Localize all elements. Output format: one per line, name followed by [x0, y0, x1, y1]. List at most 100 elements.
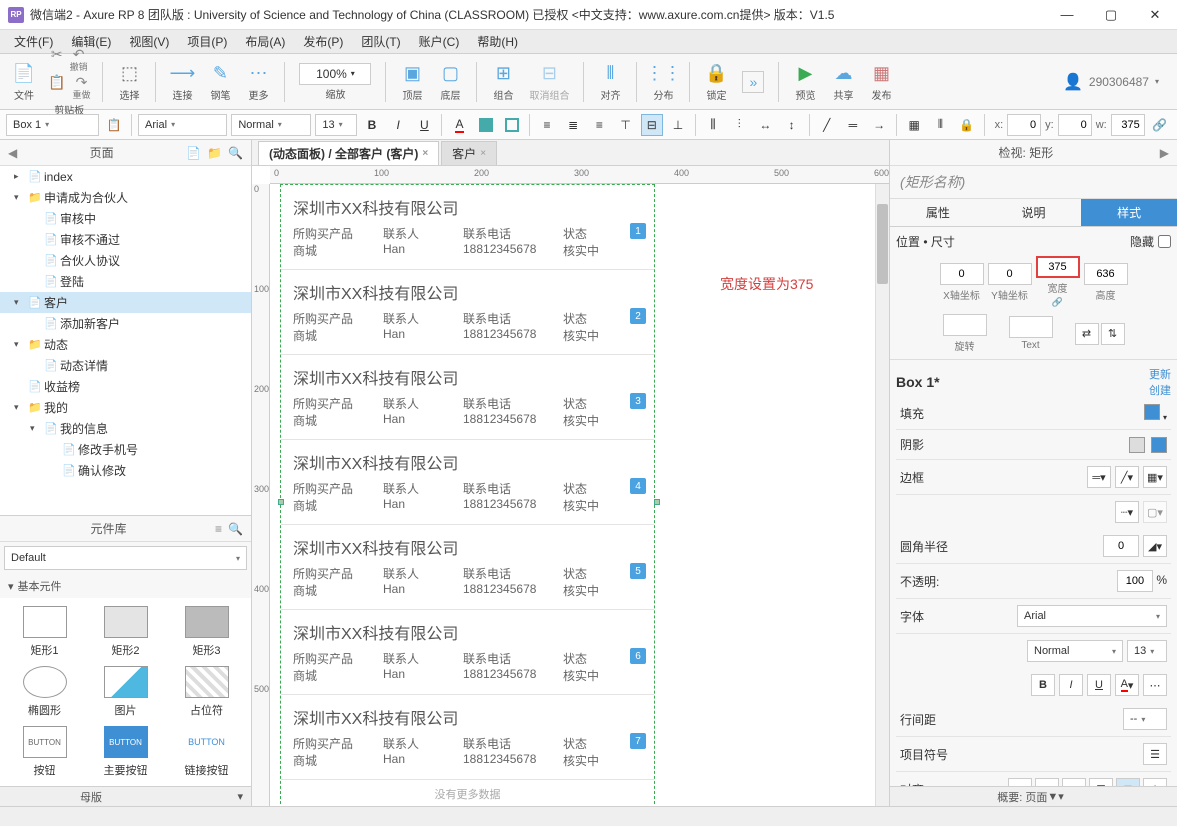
cut-button[interactable]: ✂ [49, 46, 65, 73]
width-input[interactable] [1036, 256, 1080, 278]
share-button[interactable]: ☁共享 [827, 62, 859, 102]
undo-button[interactable]: ↶撤销 [68, 46, 90, 73]
widget-rect3[interactable]: 矩形3 [170, 606, 243, 658]
widget-ellipse[interactable]: 椭圆形 [8, 666, 81, 718]
filter-icon[interactable]: ▼ [1047, 791, 1058, 803]
text-color-button[interactable]: A [448, 114, 470, 136]
fill-color-swatch[interactable] [1144, 404, 1160, 420]
text-align-right[interactable]: ≡ [1062, 778, 1086, 786]
group-button[interactable]: ⊞组合 [487, 62, 519, 102]
send-back-button[interactable]: ▢底层 [434, 62, 466, 102]
border-style-button[interactable]: ▦▾ [1143, 466, 1167, 488]
align-right-button[interactable]: ≡ [588, 114, 610, 136]
close-icon[interactable]: × [422, 148, 428, 159]
lock-position-button[interactable]: 🔒 [955, 114, 977, 136]
redo-button[interactable]: ↷重做 [70, 74, 92, 101]
overflow-button[interactable]: » [738, 71, 768, 93]
italic-inspector-button[interactable]: I [1059, 674, 1083, 696]
x-pos-input[interactable] [940, 263, 984, 285]
text-rotation-input[interactable] [1009, 316, 1053, 338]
border-pattern-button[interactable]: ┈▾ [1115, 501, 1139, 523]
new-file-button[interactable]: 📄文件 [8, 62, 40, 102]
tree-item[interactable]: 📄确认修改 [0, 460, 251, 481]
tree-item[interactable]: ▾📁申请成为合伙人 [0, 187, 251, 208]
border-sides-button[interactable]: ▢▾ [1143, 501, 1167, 523]
canvas-tab-customer[interactable]: 客户× [441, 141, 497, 165]
hide-checkbox[interactable] [1158, 235, 1171, 248]
text-align-center[interactable]: ≣ [1035, 778, 1059, 786]
lock-button[interactable]: 🔒锁定 [700, 62, 732, 102]
preview-button[interactable]: ▶预览 [789, 62, 821, 102]
widget-button[interactable]: BUTTON按钮 [8, 726, 81, 778]
close-button[interactable]: ✕ [1141, 7, 1169, 23]
ungroup-button[interactable]: ⊟取消组合 [525, 62, 573, 102]
library-section-header[interactable]: ▾基本元件 [0, 574, 251, 598]
text-color-inspector-button[interactable]: A▾ [1115, 674, 1139, 696]
italic-button[interactable]: I [387, 114, 409, 136]
tree-item[interactable]: 📄审核中 [0, 208, 251, 229]
user-account[interactable]: 👤290306487▾ [1063, 72, 1169, 92]
bold-button[interactable]: B [361, 114, 383, 136]
valign-middle-button[interactable]: ⊟ [641, 114, 663, 136]
w-input[interactable] [1111, 114, 1145, 136]
distribute-h-button[interactable]: ⫼ [702, 114, 724, 136]
widget-placeholder[interactable]: 占位符 [170, 666, 243, 718]
tree-item[interactable]: 📄动态详情 [0, 355, 251, 376]
outer-shadow-swatch[interactable] [1129, 437, 1145, 453]
add-page-icon[interactable]: 📄 [186, 146, 201, 160]
tab-properties[interactable]: 属性 [890, 199, 986, 226]
line-style-button[interactable]: ╱ [816, 114, 838, 136]
library-menu-icon[interactable]: ≡ [215, 522, 222, 536]
customer-card[interactable]: 深圳市XX科技有限公司所购买产品联系人联系电话状态商城Han1881234567… [281, 525, 654, 610]
create-style-link[interactable]: 创建 [1149, 385, 1171, 397]
radius-corners-button[interactable]: ◢▾ [1143, 535, 1167, 557]
arrow-style-button[interactable]: → [868, 114, 890, 136]
copy-button[interactable]: 📋 [46, 74, 67, 101]
customer-card[interactable]: 深圳市XX科技有限公司所购买产品联系人联系电话状态商城Han1881234567… [281, 270, 654, 355]
underline-button[interactable]: U [413, 114, 435, 136]
valign-bottom-button[interactable]: ⊥ [667, 114, 689, 136]
font-size-inspector[interactable]: 13▾ [1127, 640, 1167, 662]
x-input[interactable] [1007, 114, 1041, 136]
minimize-button[interactable]: — [1053, 7, 1081, 23]
library-selector[interactable]: Default▾ [4, 546, 247, 570]
tree-item[interactable]: ▸📄index [0, 166, 251, 187]
line-width-button[interactable]: ═ [842, 114, 864, 136]
font-family-inspector[interactable]: Arial▾ [1017, 605, 1167, 627]
search-icon[interactable]: 🔍 [228, 146, 243, 160]
border-width-button[interactable]: ═▾ [1087, 466, 1111, 488]
widget-image[interactable]: 图片 [89, 666, 162, 718]
font-size-selector[interactable]: 13▾ [315, 114, 357, 136]
menu-layout[interactable]: 布局(A) [237, 31, 293, 52]
maximize-button[interactable]: ▢ [1097, 7, 1125, 23]
font-weight-selector[interactable]: Normal▾ [231, 114, 311, 136]
more-button[interactable]: ⋯更多 [242, 62, 274, 102]
style-selector[interactable]: Box 1▾ [6, 114, 99, 136]
vertical-scrollbar[interactable] [875, 184, 889, 806]
selection-handle[interactable] [654, 499, 660, 505]
line-height-input[interactable]: --▾ [1123, 708, 1167, 730]
match-width-button[interactable]: ↔ [754, 114, 776, 136]
page-tree[interactable]: ▸📄index▾📁申请成为合伙人📄审核中📄审核不通过📄合伙人协议📄登陆▾📄客户📄… [0, 166, 251, 515]
align-center-button[interactable]: ≣ [562, 114, 584, 136]
tree-item[interactable]: 📄添加新客户 [0, 313, 251, 334]
inner-shadow-swatch[interactable] [1151, 437, 1167, 453]
y-pos-input[interactable] [988, 263, 1032, 285]
customer-card[interactable]: 深圳市XX科技有限公司所购买产品联系人联系电话状态商城Han1881234567… [281, 185, 654, 270]
menu-team[interactable]: 团队(T) [353, 31, 408, 52]
selection-handle[interactable] [278, 499, 284, 505]
text-align-left[interactable]: ≡ [1008, 778, 1032, 786]
font-weight-inspector[interactable]: Normal▾ [1027, 640, 1123, 662]
tree-item[interactable]: 📄登陆 [0, 271, 251, 292]
tab-style[interactable]: 样式 [1081, 199, 1177, 226]
library-search-icon[interactable]: 🔍 [228, 522, 243, 536]
zoom-control[interactable]: 100% ▾缩放 [295, 63, 375, 101]
rotation-input[interactable] [943, 314, 987, 336]
align-left-button[interactable]: ≡ [536, 114, 558, 136]
border-color-button[interactable] [501, 114, 523, 136]
distribute-v-button[interactable]: ⫶ [728, 114, 750, 136]
tree-item[interactable]: 📄合伙人协议 [0, 250, 251, 271]
text-valign-bottom[interactable]: ⊥ [1143, 778, 1167, 786]
text-more-button[interactable]: ⋯ [1143, 674, 1167, 696]
flip-v-button[interactable]: ⇅ [1101, 323, 1125, 345]
